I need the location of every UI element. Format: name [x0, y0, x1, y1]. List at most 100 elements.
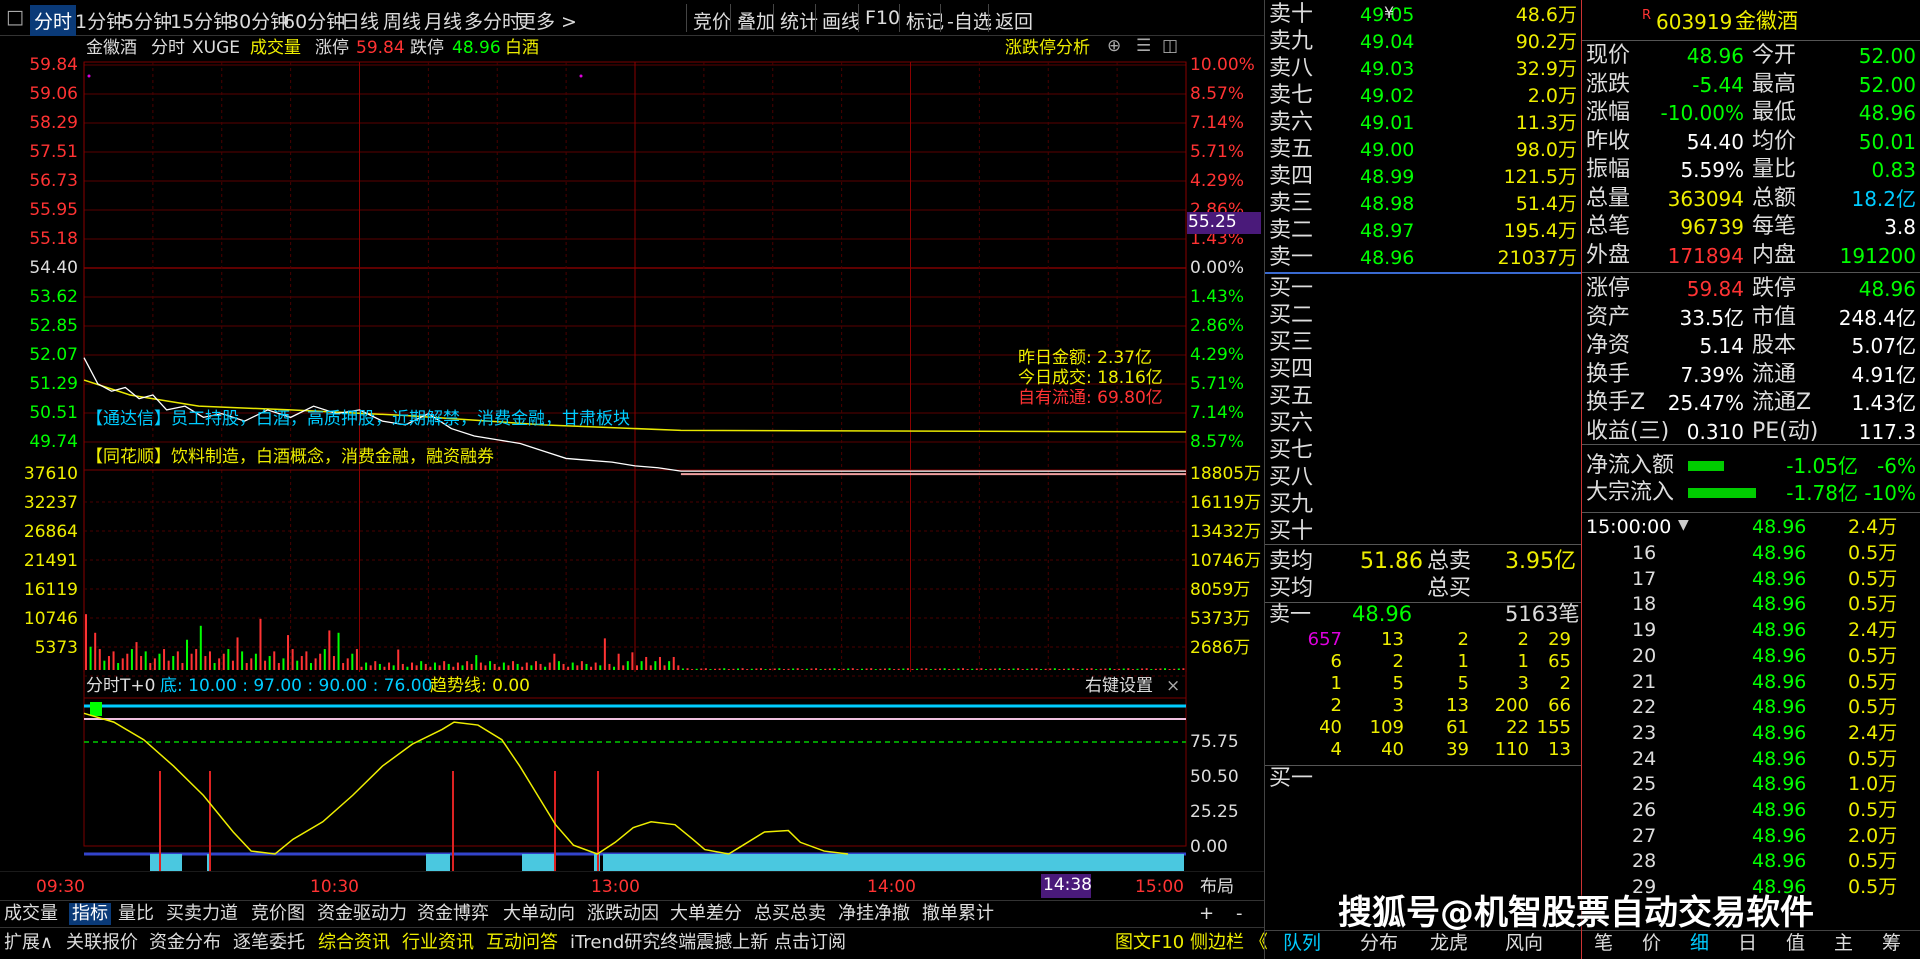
volume-bar: [874, 669, 877, 670]
volume-bar: [1177, 668, 1180, 670]
volume-bar: [723, 668, 726, 670]
tab-queue[interactable]: 队列: [1283, 934, 1321, 953]
flow-value: -1.05亿: [1786, 454, 1858, 478]
tab-volume[interactable]: 成交量: [4, 905, 58, 923]
tab-dragon-tiger[interactable]: 龙虎: [1430, 934, 1468, 953]
tab-news[interactable]: 综合资讯: [318, 934, 390, 952]
volume-bar: [374, 661, 377, 670]
tab-15min[interactable]: 15分钟: [170, 7, 232, 34]
time-label-1500: 15:00: [1135, 877, 1184, 897]
volume-bar: [213, 663, 216, 670]
tab-indicator[interactable]: 指标: [69, 903, 111, 925]
sell-level-price: 49.02: [1360, 85, 1415, 107]
layout-button[interactable]: 布局: [1200, 879, 1234, 896]
itrend-promo-link[interactable]: iTrend研究终端震撼上新 点击订阅: [570, 934, 846, 952]
volume-bar: [750, 668, 753, 670]
panel-icon[interactable]: ◫: [1162, 38, 1178, 55]
tab-large-diff[interactable]: 大单差分: [670, 905, 742, 923]
expand-button[interactable]: 扩展∧: [4, 934, 53, 952]
volume-bar: [346, 658, 349, 670]
tab-capital-drive[interactable]: 资金驱动力: [317, 905, 407, 923]
tab-more[interactable]: 更多 >: [517, 7, 577, 34]
tab-net-order[interactable]: 净挂净撤: [838, 905, 910, 923]
volume-tick-label: 16119万: [1190, 493, 1262, 513]
tab-capital-dist[interactable]: 资金分布: [149, 934, 221, 952]
tab-daily[interactable]: 日线: [341, 7, 379, 34]
sidebar-toggle[interactable]: 图文F10 侧边栏 《: [1115, 934, 1268, 952]
sub-tick-label: 25.25: [1190, 802, 1239, 822]
concept-ths: 【同花顺】饮料制造，白酒概念，消费金融，融资融券: [86, 447, 494, 467]
tab-qa[interactable]: 互动问答: [486, 934, 558, 952]
volume-bar: [1131, 669, 1134, 670]
tab-1min[interactable]: 1分钟: [75, 7, 125, 34]
quote-tab[interactable]: 主: [1834, 934, 1853, 953]
filter-icon[interactable]: ▼: [1678, 518, 1689, 532]
sell-avg-value: 51.86: [1360, 549, 1423, 574]
volume-bar: [158, 653, 161, 670]
rows1-value: 363094: [1667, 186, 1744, 211]
rows2-value: 7.39%: [1680, 362, 1744, 387]
tab-distribution[interactable]: 分布: [1360, 934, 1398, 953]
menu-icon[interactable]: ☰: [1136, 38, 1151, 55]
quote-tab[interactable]: 笔: [1594, 934, 1613, 953]
tab-cancel-cum[interactable]: 撤单累计: [922, 905, 994, 923]
volume-bar: [1099, 668, 1102, 670]
tick-price: 48.96: [1752, 773, 1807, 796]
volume-bar: [1072, 668, 1075, 670]
tab-total-bs[interactable]: 总买总卖: [754, 905, 826, 923]
info-free-float: 自有流通: 69.80亿: [1018, 388, 1163, 408]
tab-30min[interactable]: 30分钟: [227, 7, 289, 34]
add-tab-button[interactable]: +: [1199, 905, 1214, 923]
volume-bar: [85, 614, 87, 670]
tab-weekly[interactable]: 周线: [383, 7, 421, 34]
tab-buy-sell-force[interactable]: 买卖力道: [166, 905, 238, 923]
volume-bar: [640, 661, 643, 670]
tab-auction-chart[interactable]: 竞价图: [251, 905, 305, 923]
tab-large-order[interactable]: 大单动向: [503, 905, 575, 923]
volume-bar: [925, 668, 928, 670]
volume-bar: [792, 668, 795, 670]
tab-multi-day[interactable]: 多分时: [464, 7, 521, 34]
sell-level-label: 卖九: [1269, 29, 1314, 54]
rows2-value: 117.3: [1858, 419, 1916, 444]
quote-tab[interactable]: 细: [1690, 934, 1709, 953]
volume-tick-label: 5373: [34, 638, 78, 658]
volume-bar: [392, 665, 395, 670]
close-icon[interactable]: ×: [1166, 678, 1180, 695]
volume-bar: [599, 665, 602, 670]
volume-bar: [218, 658, 221, 670]
tab-tick-orders[interactable]: 逐笔委托: [233, 934, 305, 952]
quote-tab[interactable]: 值: [1786, 934, 1805, 953]
tab-monthly[interactable]: 月线: [424, 7, 462, 34]
tab-intraday[interactable]: 分时: [30, 5, 77, 36]
tab-change-cause[interactable]: 涨跌动因: [587, 905, 659, 923]
limit-analysis-button[interactable]: 涨跌停分析: [1005, 40, 1090, 57]
sub-bottom-bar: [150, 854, 182, 871]
tab-industry-news[interactable]: 行业资讯: [402, 934, 474, 952]
tab-related-quote[interactable]: 关联报价: [66, 934, 138, 952]
tab-wind[interactable]: 风向: [1505, 934, 1543, 953]
quote-tab[interactable]: 筹: [1882, 934, 1901, 953]
chart-area[interactable]: 金徽酒 分时 XUGE 成交量 涨停 59.84 跌停 48.96 白酒 涨跌停…: [0, 36, 1264, 898]
zoom-icon[interactable]: ⊕: [1107, 38, 1121, 55]
tab-volume-ratio[interactable]: 量比: [118, 905, 154, 923]
volume-bar: [668, 661, 671, 670]
volume-bar: [126, 653, 129, 670]
tab-60min[interactable]: 60分钟: [283, 7, 345, 34]
panel-toggle-icon[interactable]: □: [6, 6, 24, 28]
quote-tab[interactable]: 价: [1642, 934, 1661, 953]
tab-5min[interactable]: 5分钟: [122, 7, 172, 34]
quote-tab[interactable]: 日: [1738, 934, 1757, 953]
cursor-time-badge: 14:38: [1041, 874, 1092, 898]
volume-bar: [1081, 668, 1084, 670]
volume-bar: [443, 661, 446, 670]
remove-tab-button[interactable]: -: [1236, 905, 1243, 923]
volume-bar: [296, 660, 299, 670]
right-click-settings[interactable]: 右键设置: [1085, 678, 1153, 695]
price-tick-label: 51.29: [29, 374, 78, 394]
back-button[interactable]: 返回: [988, 4, 1039, 33]
volume-bar: [1154, 668, 1157, 670]
tab-capital-game[interactable]: 资金博弈: [417, 905, 489, 923]
volume-bar: [305, 651, 308, 670]
rows1-label: 涨幅: [1586, 100, 1631, 125]
